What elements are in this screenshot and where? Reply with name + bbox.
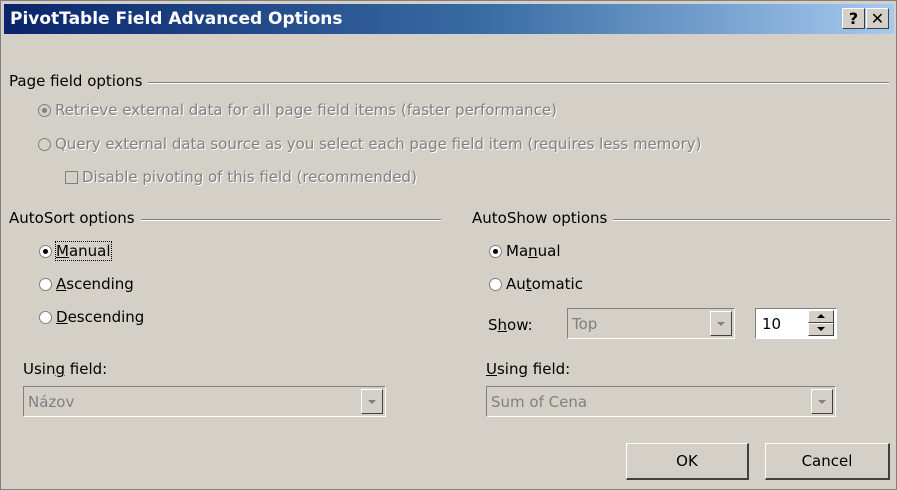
show-count-spinner[interactable]: 10 bbox=[755, 308, 837, 339]
autosort-ascending-radio[interactable]: Ascending bbox=[39, 275, 134, 293]
chevron-down-icon[interactable] bbox=[710, 311, 732, 336]
spin-up-arrow-icon[interactable] bbox=[808, 310, 834, 323]
radio-selected-icon bbox=[489, 244, 502, 258]
title-bar[interactable]: PivotTable Field Advanced Options ? ✕ bbox=[4, 4, 894, 34]
autosort-descending-radio[interactable]: Descending bbox=[39, 308, 144, 326]
autosort-using-field-label: Using field: bbox=[23, 360, 108, 378]
disable-pivoting-label: Disable pivoting of this field (recommen… bbox=[82, 168, 417, 186]
radio-unselected-icon bbox=[38, 137, 51, 151]
autoshow-field-value: Sum of Cena bbox=[491, 393, 588, 411]
autoshow-automatic-label: Automatic bbox=[506, 275, 583, 293]
autoshow-automatic-radio[interactable]: Automatic bbox=[489, 275, 583, 293]
autoshow-field-dropdown[interactable]: Sum of Cena bbox=[486, 386, 836, 417]
disable-pivoting-checkbox: Disable pivoting of this field (recommen… bbox=[65, 168, 417, 186]
chevron-down-icon[interactable] bbox=[811, 389, 833, 414]
checkbox-icon bbox=[65, 170, 78, 184]
radio-selected-icon bbox=[38, 103, 51, 117]
autosort-field-value: Názov bbox=[28, 393, 75, 411]
autosort-manual-radio[interactable]: Manual bbox=[39, 241, 112, 261]
cancel-button[interactable]: Cancel bbox=[765, 443, 890, 480]
autosort-group-label: AutoSort options bbox=[9, 209, 141, 227]
help-button[interactable]: ? bbox=[842, 8, 865, 29]
autosort-manual-label: Manual bbox=[55, 241, 112, 261]
query-source-radio: Query external data source as you select… bbox=[38, 135, 701, 153]
radio-unselected-icon bbox=[489, 277, 502, 291]
autoshow-group-label: AutoShow options bbox=[472, 209, 614, 227]
retrieve-all-label: Retrieve external data for all page fiel… bbox=[55, 101, 557, 119]
autosort-field-dropdown[interactable]: Názov bbox=[23, 386, 386, 417]
query-source-label: Query external data source as you select… bbox=[55, 135, 702, 153]
show-label: Show: bbox=[488, 316, 533, 334]
autosort-ascending-label: Ascending bbox=[56, 275, 134, 293]
show-top-bottom-dropdown[interactable]: Top bbox=[567, 308, 735, 339]
dialog-window: PivotTable Field Advanced Options ? ✕ Pa… bbox=[0, 0, 897, 490]
radio-unselected-icon bbox=[39, 277, 52, 291]
autosort-descending-label: Descending bbox=[56, 308, 145, 326]
autoshow-using-field-label: Using field: bbox=[486, 360, 571, 378]
spin-down-arrow-icon[interactable] bbox=[808, 323, 834, 336]
chevron-down-icon[interactable] bbox=[361, 389, 383, 414]
dialog-title: PivotTable Field Advanced Options bbox=[10, 9, 343, 29]
retrieve-all-radio: Retrieve external data for all page fiel… bbox=[38, 101, 557, 119]
radio-selected-icon bbox=[39, 244, 52, 258]
show-top-bottom-value: Top bbox=[572, 315, 598, 333]
autoshow-manual-radio[interactable]: Manual bbox=[489, 242, 561, 260]
page-field-group-label: Page field options bbox=[9, 72, 149, 90]
radio-unselected-icon bbox=[39, 310, 52, 324]
autoshow-manual-label: Manual bbox=[506, 242, 561, 260]
ok-button[interactable]: OK bbox=[626, 443, 749, 480]
close-button[interactable]: ✕ bbox=[866, 8, 889, 29]
show-count-value: 10 bbox=[762, 315, 782, 333]
